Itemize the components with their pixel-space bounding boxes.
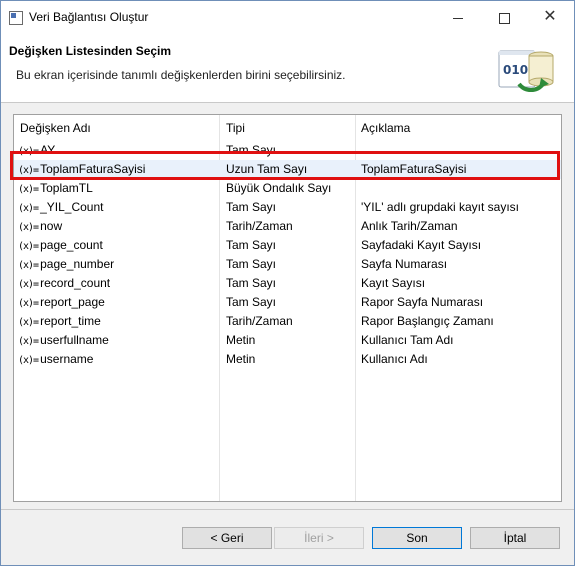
variable-description-cell: Kullanıcı Tam Adı xyxy=(361,333,454,347)
maximize-button[interactable] xyxy=(481,1,527,33)
table-row[interactable]: (x)= _YIL_Count Tam Sayı 'YIL' adlı grupdak… xyxy=(14,198,561,217)
table-row[interactable]: (x)= report_page Tam Sayı Rapor Sayfa Numar… xyxy=(14,293,561,312)
variable-name-cell: (x)= page_number xyxy=(18,255,218,275)
variable-name: userfullname xyxy=(40,333,109,347)
variable-name: now xyxy=(40,219,63,233)
table-row[interactable]: (x)= username Metin Kullanıcı Adı xyxy=(14,350,561,369)
variable-description-cell: Kayıt Sayısı xyxy=(361,276,426,290)
variable-name: page_count xyxy=(40,238,103,252)
variable-name: report_time xyxy=(40,314,101,328)
window-title: Veri Bağlantısı Oluştur xyxy=(29,10,149,24)
wizard-icon-label: 010 xyxy=(503,63,528,77)
minimize-button[interactable] xyxy=(435,1,481,33)
variable-description-cell: Rapor Başlangıç Zamanı xyxy=(361,314,494,328)
variable-icon: (x)= xyxy=(18,241,39,252)
page-title: Değişken Listesinden Seçim xyxy=(9,44,172,58)
maximize-icon xyxy=(498,12,510,24)
button-bar-divider xyxy=(1,509,574,510)
variable-icon: (x)= xyxy=(18,317,39,328)
variable-description-cell: Rapor Sayfa Numarası xyxy=(361,295,484,309)
column-header-type[interactable]: Tipi xyxy=(226,115,245,141)
variable-icon: (x)= xyxy=(18,336,39,347)
variable-icon: (x)= xyxy=(18,355,39,366)
close-button[interactable]: ✕ xyxy=(527,1,573,33)
variable-name-cell: (x)= now xyxy=(18,217,218,237)
variable-type-cell: Tam Sayı xyxy=(226,295,277,309)
variable-description-cell: Sayfa Numarası xyxy=(361,257,448,271)
variable-name-cell: (x)= username xyxy=(18,350,218,370)
variable-name-cell: (x)= _YIL_Count xyxy=(18,198,218,218)
variable-type-cell: Tarih/Zaman xyxy=(226,219,293,233)
finish-button[interactable]: Son xyxy=(372,527,462,549)
variable-description-cell: Anlık Tarih/Zaman xyxy=(361,219,458,233)
wizard-header: Değişken Listesinden Seçim Bu ekran içer… xyxy=(1,33,574,103)
app-icon xyxy=(9,11,23,25)
table-row[interactable]: (x)= now Tarih/Zaman Anlık Tarih/Zaman xyxy=(14,217,561,236)
variable-description-cell: Kullanıcı Adı xyxy=(361,352,428,366)
table-row[interactable]: (x)= page_number Tam Sayı Sayfa Numarası xyxy=(14,255,561,274)
column-header-description[interactable]: Açıklama xyxy=(361,115,410,141)
variable-name: record_count xyxy=(40,276,111,290)
variable-icon: (x)= xyxy=(18,298,39,309)
highlight-annotation xyxy=(10,151,560,180)
variable-type-cell: Metin xyxy=(226,333,256,347)
next-button[interactable]: İleri > xyxy=(274,527,364,549)
variable-name: username xyxy=(40,352,94,366)
table-row[interactable]: (x)= ToplamTL Büyük Ondalık Sayı xyxy=(14,179,561,198)
variable-name: _YIL_Count xyxy=(40,200,104,214)
page-description: Bu ekran içerisinde tanımlı değişkenlerd… xyxy=(16,68,346,82)
variable-name-cell: (x)= report_page xyxy=(18,293,218,313)
table-row[interactable]: (x)= record_count Tam Sayı Kayıt Sayısı xyxy=(14,274,561,293)
variable-description-cell: 'YIL' adlı grupdaki kayıt sayısı xyxy=(361,200,519,214)
variable-description-cell: Sayfadaki Kayıt Sayısı xyxy=(361,238,482,252)
close-icon: ✕ xyxy=(543,8,557,25)
column-header-name[interactable]: Değişken Adı xyxy=(20,115,91,141)
variable-type-cell: Tam Sayı xyxy=(226,238,277,252)
variable-icon: (x)= xyxy=(18,184,39,195)
database-wizard-icon: 010 xyxy=(498,50,554,92)
variable-name: page_number xyxy=(40,257,115,271)
variable-icon: (x)= xyxy=(18,203,39,214)
table-row[interactable]: (x)= page_count Tam Sayı Sayfadaki Kayıt Sa… xyxy=(14,236,561,255)
variable-name-cell: (x)= page_count xyxy=(18,236,218,256)
variable-type-cell: Metin xyxy=(226,352,256,366)
variable-type-cell: Tarih/Zaman xyxy=(226,314,293,328)
back-button[interactable]: < Geri xyxy=(182,527,272,549)
minimize-icon xyxy=(453,17,463,19)
variable-name-cell: (x)= ToplamTL xyxy=(18,179,218,199)
table-row[interactable]: (x)= userfullname Metin Kullanıcı Tam Adı xyxy=(14,331,561,350)
variable-type-cell: Tam Sayı xyxy=(226,257,277,271)
variable-name-cell: (x)= record_count xyxy=(18,274,218,294)
variable-name-cell: (x)= userfullname xyxy=(18,331,218,351)
variable-type-cell: Büyük Ondalık Sayı xyxy=(226,181,332,195)
variable-icon: (x)= xyxy=(18,260,39,271)
dialog-window: Veri Bağlantısı Oluştur ✕ Değişken Liste… xyxy=(0,0,575,566)
variable-name: report_page xyxy=(40,295,105,309)
variable-name: ToplamTL xyxy=(40,181,93,195)
variable-icon: (x)= xyxy=(18,222,39,233)
variable-type-cell: Tam Sayı xyxy=(226,276,277,290)
variable-name-cell: (x)= report_time xyxy=(18,312,218,332)
variable-type-cell: Tam Sayı xyxy=(226,200,277,214)
variable-icon: (x)= xyxy=(18,279,39,290)
table-row[interactable]: (x)= report_time Tarih/Zaman Rapor Başlangı… xyxy=(14,312,561,331)
title-bar: Veri Bağlantısı Oluştur ✕ xyxy=(1,1,574,33)
cancel-button[interactable]: İptal xyxy=(470,527,560,549)
